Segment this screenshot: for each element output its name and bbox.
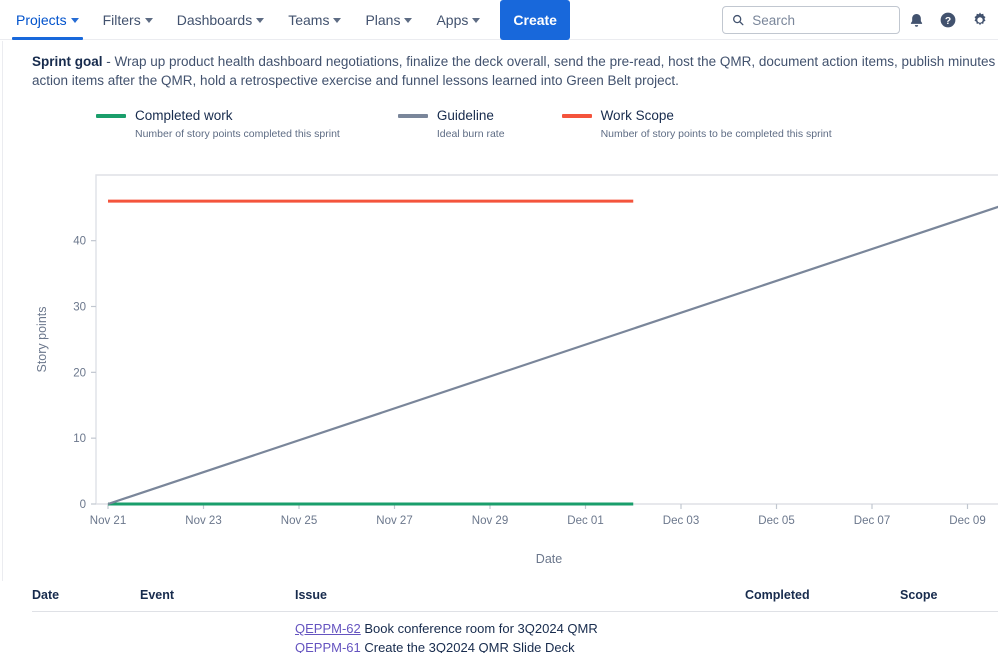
nav-item-teams[interactable]: Teams [276,0,353,40]
legend-entry-work-scope: Work Scope Number of story points to be … [561,108,832,140]
column-header-scope[interactable]: Scope [900,588,998,612]
cell-issue: QEPPM-62 Book conference room for 3Q2024… [295,612,745,636]
nav-item-plans-label: Plans [365,11,401,28]
x-tick-label: Nov 25 [281,515,317,527]
nav-item-dashboards-label: Dashboards [176,11,253,28]
nav-item-filters-label: Filters [102,11,141,28]
legend-swatch-work-scope [561,113,592,118]
column-header-event[interactable]: Event [140,588,295,612]
issue-summary: Create the 3Q2024 QMR Slide Deck [360,640,575,653]
svg-text:?: ? [945,16,951,27]
jira-burndown-page: Projects Filters Dashboards Teams Plans [0,0,998,653]
create-button[interactable]: Create [500,0,570,40]
sprint-goal-label: Sprint goal [32,54,103,69]
nav-item-apps-label: Apps [436,11,469,28]
nav-item-filters[interactable]: Filters [91,0,165,40]
cell-event [140,612,295,637]
x-tick-label: Dec 09 [949,515,985,527]
sprint-goal: Sprint goal - Wrap up product health das… [32,52,998,92]
x-tick-label: Nov 29 [472,515,508,527]
nav-item-projects-label: Projects [16,11,67,28]
legend-entry-guideline: Guideline Ideal burn rate [397,108,505,140]
y-tick-label: 10 [73,433,86,445]
chart-series-guideline [107,205,998,506]
cell-scope [900,636,998,653]
issue-key-link[interactable]: QEPPM-62 [295,621,361,636]
x-tick-label: Nov 21 [90,515,126,527]
x-tick-label: Dec 05 [758,515,794,527]
table-body: QEPPM-62 Book conference room for 3Q2024… [32,612,998,653]
chevron-down-icon [70,18,79,23]
y-axis-title: Story points [35,306,49,372]
y-tick-label: 20 [73,367,86,379]
burndown-events-table: Date Event Issue Completed Scope QEPPM-6… [32,588,998,653]
help-icon[interactable]: ? [932,4,964,36]
table-row: QEPPM-61 Create the 3Q2024 QMR Slide Dec… [32,636,998,653]
x-tick-label: Nov 23 [185,515,221,527]
notifications-icon[interactable] [900,4,932,36]
nav-right-group: ? [722,0,998,40]
nav-items: Projects Filters Dashboards Teams Plans [4,0,570,40]
burndown-chart: 0 10 20 30 40 Story points Nov 21 Nov 23 Nov 25 N… [0,160,998,580]
cell-completed [745,636,900,653]
legend-head: Completed work [96,108,340,123]
nav-item-teams-label: Teams [288,11,330,28]
legend-title-completed-work: Completed work [135,108,233,123]
legend-title-guideline: Guideline [436,108,494,123]
x-tick-label: Dec 01 [567,515,603,527]
table-row: QEPPM-62 Book conference room for 3Q2024… [32,612,998,637]
y-tick-label: 40 [73,236,86,248]
nav-item-projects[interactable]: Projects [4,0,91,40]
x-axis-title: Date [536,552,562,566]
legend-subtitle-work-scope: Number of story points to be completed t… [600,128,832,140]
chart-legend: Completed work Number of story points co… [96,108,832,140]
nav-item-dashboards[interactable]: Dashboards [165,0,277,40]
burndown-chart-svg: 0 10 20 30 40 Story points Nov 21 Nov 23 Nov 25 N… [35,174,998,566]
cell-event [140,636,295,653]
table-header-row: Date Event Issue Completed Scope [32,588,998,612]
cell-issue: QEPPM-61 Create the 3Q2024 QMR Slide Dec… [295,636,745,653]
legend-head: Work Scope [561,108,832,123]
chevron-down-icon [256,18,265,23]
cell-scope [900,612,998,637]
legend-title-work-scope: Work Scope [600,108,674,123]
x-tick-label: Nov 27 [376,515,412,527]
sprint-goal-text: Wrap up product health dashboard negotia… [32,54,996,88]
column-header-completed[interactable]: Completed [745,588,900,612]
legend-swatch-completed-work [96,113,126,118]
legend-swatch-guideline [397,113,428,118]
table-head: Date Event Issue Completed Scope [32,588,998,612]
legend-entry-completed-work: Completed work Number of story points co… [96,108,340,140]
top-navigation-bar: Projects Filters Dashboards Teams Plans [0,0,998,40]
cell-completed [745,612,900,637]
legend-subtitle-guideline: Ideal burn rate [436,128,505,140]
chevron-down-icon [472,18,481,23]
column-header-date[interactable]: Date [32,588,140,612]
chevron-down-icon [144,18,153,23]
settings-gear-icon[interactable] [964,4,996,36]
y-tick-label: 0 [80,499,86,511]
search-icon [733,14,744,26]
nav-item-apps[interactable]: Apps [424,0,492,40]
search-box[interactable] [722,6,900,34]
chevron-down-icon [404,18,413,23]
legend-subtitle-completed-work: Number of story points completed this sp… [135,128,340,140]
issue-summary: Book conference room for 3Q2024 QMR [360,621,598,636]
cell-date [32,612,140,637]
nav-item-plans[interactable]: Plans [353,0,424,40]
y-tick-label: 30 [73,302,86,314]
chevron-down-icon [333,18,342,23]
cell-date [32,636,140,653]
legend-head: Guideline [397,108,505,123]
column-header-issue[interactable]: Issue [295,588,745,612]
sprint-goal-separator: - [102,54,115,69]
search-input[interactable] [752,12,890,28]
x-tick-label: Dec 03 [663,515,699,527]
x-tick-label: Dec 07 [854,515,890,527]
issue-key-link[interactable]: QEPPM-61 [295,640,361,653]
